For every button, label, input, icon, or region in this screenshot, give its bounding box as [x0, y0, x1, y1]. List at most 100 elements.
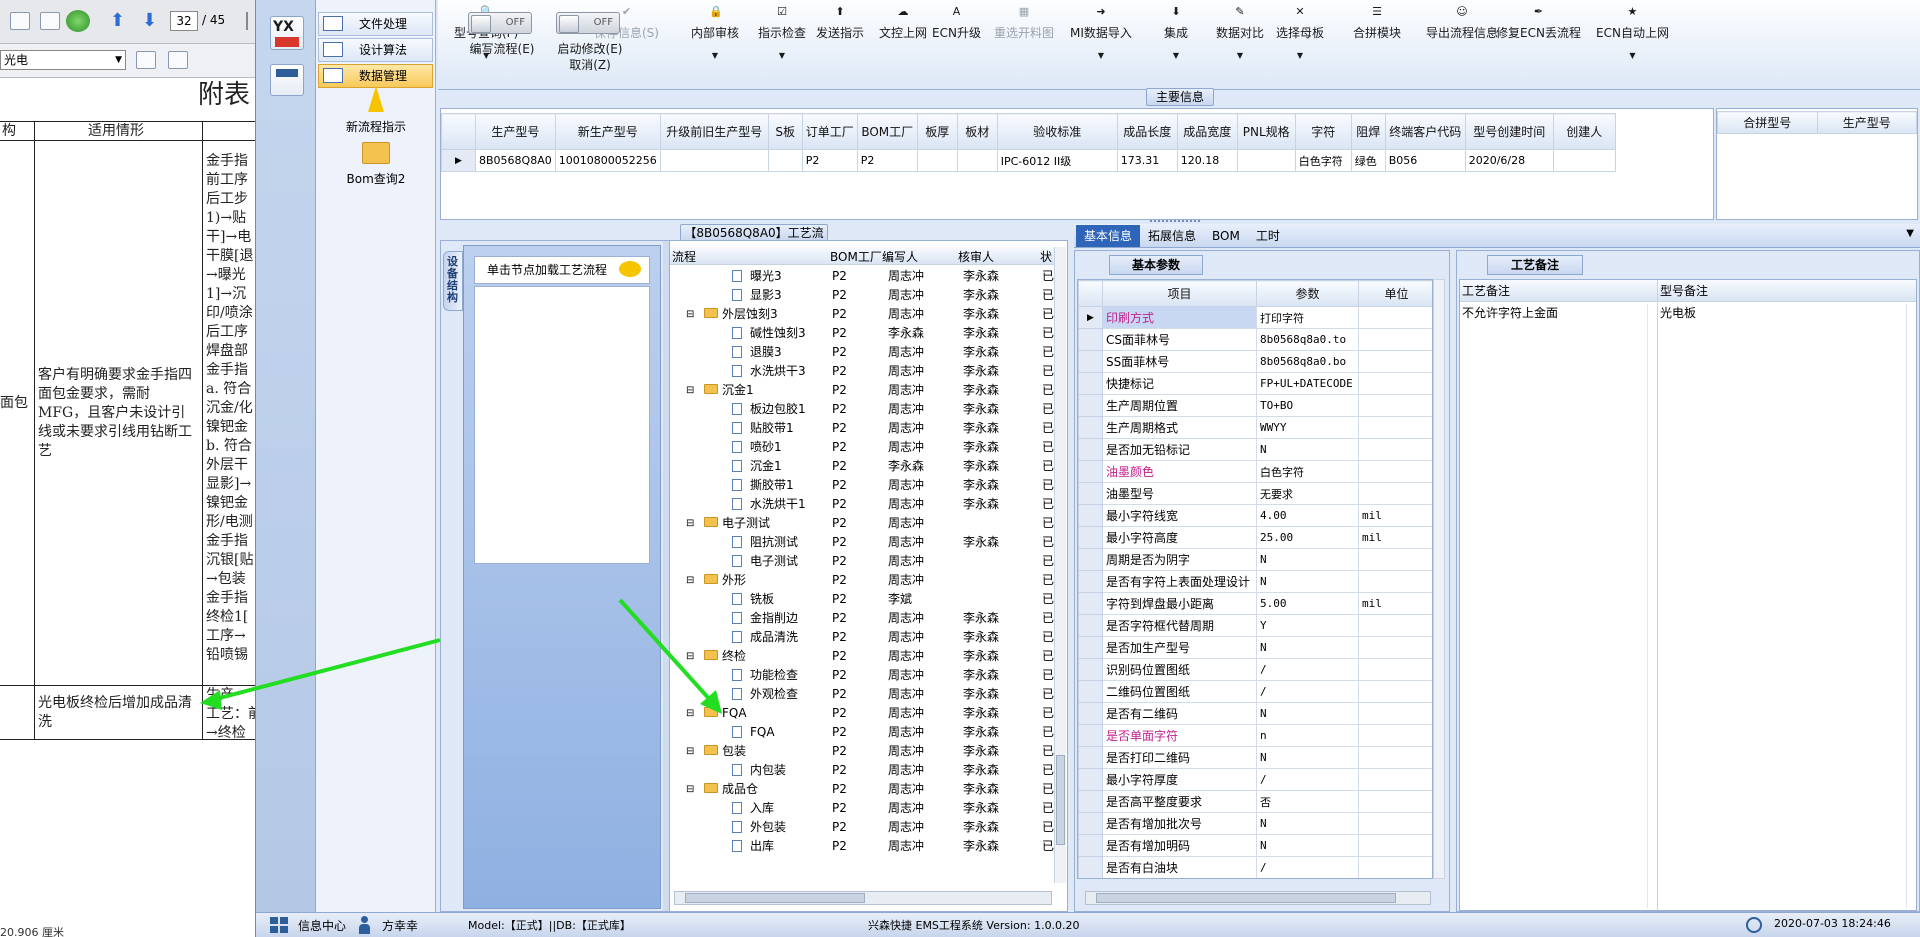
main-info-col-header[interactable]: 订单工厂 [801, 113, 858, 150]
param-value[interactable]: 8b0568q8a0.bo [1256, 350, 1359, 373]
process-tree-row[interactable]: FQA P2 周志冲 李永森 已 [670, 723, 1054, 742]
tree-collapse-icon[interactable]: ⊟ [686, 571, 694, 590]
process-tree-row[interactable]: 阻抗测试 P2 周志冲 李永森 已 [670, 533, 1054, 552]
process-tree-row[interactable]: 入库 P2 周志冲 李永森 已 [670, 799, 1054, 818]
params-col-header[interactable]: 项目 [1102, 280, 1257, 307]
merge-col-header[interactable]: 生产型号 [1816, 111, 1917, 134]
param-value[interactable]: 25.00 [1256, 526, 1359, 549]
process-col-header[interactable]: 状 [1040, 248, 1052, 265]
param-value[interactable]: Y [1256, 614, 1359, 637]
param-value[interactable]: 无要求 [1256, 482, 1359, 505]
param-value[interactable]: 打印字符 [1256, 306, 1359, 329]
process-tree-row[interactable]: 沉金1 P2 李永森 李永森 已 [670, 457, 1054, 476]
process-tree-row[interactable]: ⊟ 终检 P2 周志冲 李永森 已 [670, 647, 1054, 666]
main-info-col-header[interactable]: 成品长度 [1116, 113, 1178, 150]
main-info-row[interactable]: ▶ 8B0568Q8A0 10010800052256 P2 P2 IPC-6012 II… [441, 149, 1616, 172]
toolbar-button-9[interactable]: ⬇ 集成 ▼ [1154, 6, 1198, 61]
process-col-header[interactable]: 流程 [672, 248, 696, 265]
main-info-col-header[interactable]: 阻焊 [1350, 113, 1386, 150]
toolbar-button-4[interactable]: ⬆ 发送指示 [816, 6, 864, 41]
process-tree-row[interactable]: 退膜3 P2 周志冲 李永森 已 [670, 343, 1054, 362]
process-tree-row[interactable]: 出库 P2 周志冲 李永森 已 [670, 837, 1054, 856]
process-note-textarea[interactable]: 不允许字符上金面 [1460, 302, 1658, 910]
model-note-textarea[interactable]: 光电板 [1658, 302, 1916, 910]
main-info-col-header[interactable]: 板材 [956, 113, 998, 150]
param-row[interactable]: 快捷标记 FP+UL+DATECODE [1078, 372, 1432, 395]
font-select[interactable]: 光电 ▼ [0, 50, 126, 70]
param-value[interactable]: N [1256, 746, 1359, 769]
toolbar-button-5[interactable]: ☁ 文控上网 [879, 6, 927, 41]
process-tree-row[interactable]: 电子测试 P2 周志冲 已 [670, 552, 1054, 571]
param-row[interactable]: 最小字符厚度 / [1078, 768, 1432, 791]
toggle-switch-1[interactable]: OFF [556, 12, 620, 34]
process-tree-row[interactable]: ⊟ 外层蚀刻3 P2 周志冲 李永森 已 [670, 305, 1054, 324]
param-row[interactable]: 油墨颜色 白色字符 [1078, 460, 1432, 483]
process-tree-row[interactable]: 显影3 P2 周志冲 李永森 已 [670, 286, 1054, 305]
param-row[interactable]: 是否有增加批次号 N [1078, 812, 1432, 835]
process-tree-row[interactable]: 外包装 P2 周志冲 李永森 已 [670, 818, 1054, 837]
process-tree-row[interactable]: 铣板 P2 李斌 已 [670, 590, 1054, 609]
param-value[interactable]: WWYY [1256, 416, 1359, 439]
param-value[interactable]: N [1256, 834, 1359, 857]
page-down-icon[interactable]: ⬇ [142, 12, 157, 30]
side-tab-equipment[interactable]: 设备结构 [443, 251, 463, 311]
toolbar-button-14[interactable]: ✒ 修复ECN丢流程 [1496, 6, 1581, 41]
process-tree-row[interactable]: 水洗烘干3 P2 周志冲 李永森 已 [670, 362, 1054, 381]
param-value[interactable]: N [1256, 438, 1359, 461]
process-note-scroll[interactable] [1647, 304, 1655, 908]
main-info-cell[interactable]: P2 [801, 149, 858, 172]
main-info-cell[interactable]: 白色字符 [1294, 149, 1352, 172]
param-row[interactable]: 是否高平整度要求否 [1078, 790, 1432, 813]
tree-collapse-icon[interactable]: ⊟ [686, 381, 694, 400]
process-tree-row[interactable]: 水洗烘干1 P2 周志冲 李永森 已 [670, 495, 1054, 514]
param-value[interactable]: / [1256, 856, 1359, 878]
main-info-col-header[interactable]: 字符 [1294, 113, 1352, 150]
process-tree-row[interactable]: 曝光3 P2 周志冲 李永森 已 [670, 267, 1054, 286]
main-info-cell[interactable]: 173.31 [1116, 149, 1178, 172]
main-info-cell[interactable] [767, 149, 803, 172]
param-row[interactable]: 识别码位置图纸 / [1078, 658, 1432, 681]
process-tree-row[interactable]: ⊟ FQA P2 周志冲 李永森 已 [670, 704, 1054, 723]
process-tree-row[interactable]: ⊟ 包装 P2 周志冲 李永森 已 [670, 742, 1054, 761]
param-row[interactable]: ▶ 印刷方式 打印字符 [1078, 306, 1432, 329]
app-logo[interactable]: YX [270, 16, 304, 50]
main-info-cell[interactable]: 绿色 [1350, 149, 1386, 172]
params-hscroll-thumb[interactable] [1096, 893, 1396, 903]
param-row[interactable]: 生产周期格式 WWYY [1078, 416, 1432, 439]
calculator-icon[interactable] [270, 64, 304, 96]
param-value[interactable]: 8b0568q8a0.to [1256, 328, 1359, 351]
param-value[interactable]: N [1256, 702, 1359, 725]
tab-0[interactable]: 基本信息 [1076, 225, 1141, 247]
param-row[interactable]: 是否有二维码 N [1078, 702, 1432, 725]
toolbar-button-7[interactable]: ▦ 重选开料图 [994, 6, 1054, 41]
main-info-col-header[interactable]: 板厚 [916, 113, 958, 150]
align-icon[interactable] [136, 51, 156, 69]
process-tree-row[interactable]: 内包装 P2 周志冲 李永森 已 [670, 761, 1054, 780]
param-row[interactable]: 是否打印二维码 N [1078, 746, 1432, 769]
param-row[interactable]: 是否加生产型号 N [1078, 636, 1432, 659]
params-col-header[interactable]: 参数 [1256, 280, 1359, 307]
tree-collapse-icon[interactable]: ⊟ [686, 742, 694, 761]
process-hscroll[interactable] [674, 891, 1052, 905]
param-value[interactable]: n [1256, 724, 1359, 747]
process-tree-row[interactable]: 喷砂1 P2 周志冲 李永森 已 [670, 438, 1054, 457]
param-value[interactable]: 否 [1256, 790, 1359, 813]
tree-collapse-icon[interactable]: ⊟ [686, 305, 694, 324]
toolbar-button-11[interactable]: ✕ 选择母板 ▼ [1276, 6, 1324, 61]
toolbar-button-13[interactable]: ☺ 导出流程信息 [1426, 6, 1498, 41]
main-info-cell[interactable]: 120.18 [1176, 149, 1238, 172]
param-value[interactable]: N [1256, 636, 1359, 659]
main-info-col-header[interactable]: 升级前旧生产型号 [659, 113, 769, 150]
refresh-icon[interactable] [66, 10, 90, 32]
tab-2[interactable]: BOM [1204, 225, 1248, 247]
process-tree-row[interactable]: 撕胶带1 P2 周志冲 李永森 已 [670, 476, 1054, 495]
toolbar-button-12[interactable]: ☰ 合拼模块 [1353, 6, 1401, 41]
tabbar-dropdown-icon[interactable]: ▼ [1906, 228, 1914, 239]
param-row[interactable]: 最小字符高度 25.00 mil [1078, 526, 1432, 549]
param-value[interactable]: N [1256, 548, 1359, 571]
toolbar-button-3[interactable]: ☑ 指示检查 ▼ [758, 6, 806, 61]
param-row[interactable]: 是否字符框代替周期 Y [1078, 614, 1432, 637]
process-tree-row[interactable]: ⊟ 电子测试 P2 周志冲 已 [670, 514, 1054, 533]
print-icon[interactable] [10, 12, 30, 30]
main-info-col-header[interactable]: 验收标准 [996, 113, 1118, 150]
